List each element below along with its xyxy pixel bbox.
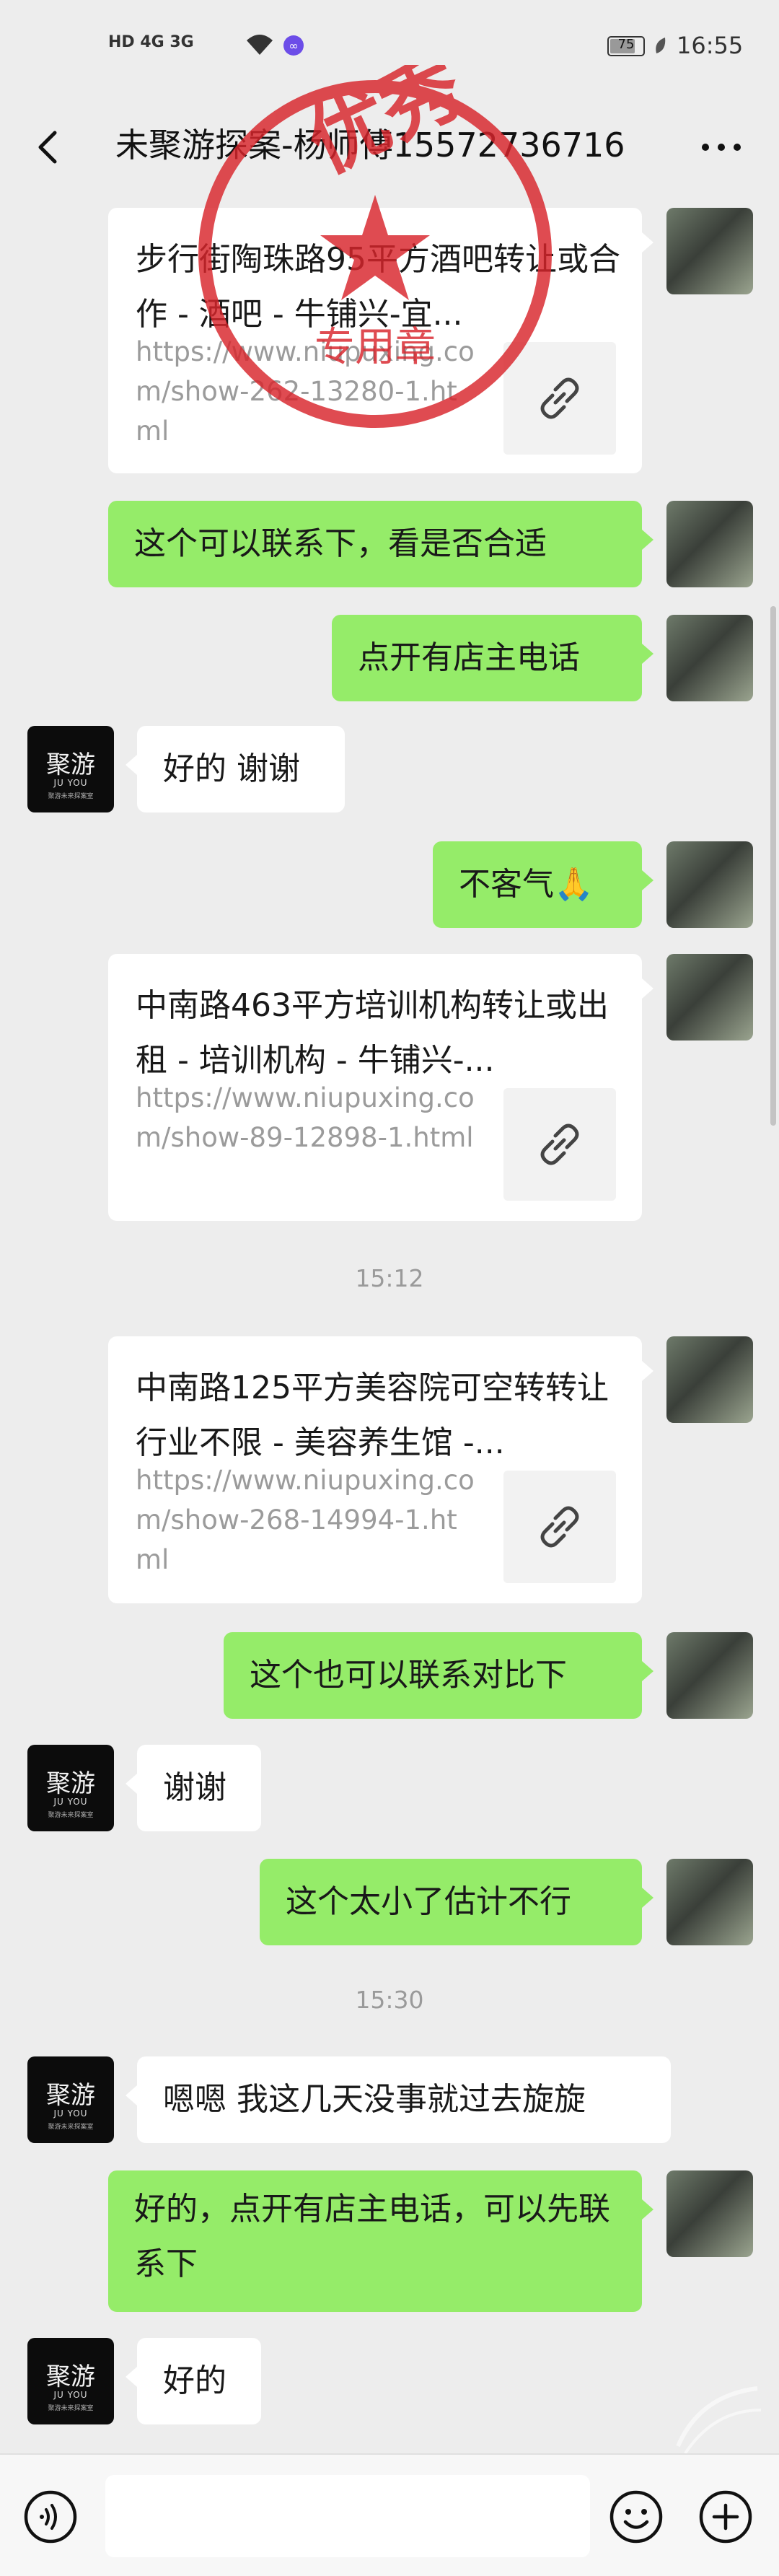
my-avatar[interactable] <box>666 1336 753 1423</box>
link-thumbnail <box>503 1471 616 1583</box>
link-card[interactable]: 步行街陶珠路95平方酒吧转让或合作 - 酒吧 - 牛铺兴-宜... https:… <box>108 208 653 473</box>
message-bubble[interactable]: 好的 谢谢 <box>137 726 345 812</box>
message-bubble[interactable]: 谢谢 <box>137 1745 261 1831</box>
link-card[interactable]: 中南路463平方培训机构转让或出租 - 培训机构 - 牛铺兴-... https… <box>108 954 653 1221</box>
bubble-tail <box>642 2199 653 2220</box>
input-bar <box>0 2453 779 2576</box>
link-icon <box>540 377 579 419</box>
message-bubble[interactable]: 这个也可以联系对比下 <box>224 1632 642 1719</box>
bubble-tail <box>642 1361 653 1381</box>
link-card-url: https://www.niupuxing.com/show-268-14994… <box>136 1465 475 1575</box>
watermark-logo <box>676 2386 762 2455</box>
avatar-logo-text: 聚游 <box>46 2081 95 2110</box>
bubble-tail <box>126 2367 137 2387</box>
more-dots-icon <box>702 144 741 151</box>
link-thumbnail <box>503 1088 616 1201</box>
my-avatar[interactable] <box>666 1632 753 1719</box>
my-avatar[interactable] <box>666 208 753 294</box>
avatar-logo-caption: 聚游未来探案室 <box>48 2124 94 2131</box>
back-button[interactable] <box>22 118 79 176</box>
link-thumbnail <box>503 342 616 455</box>
clock: 16:55 <box>677 32 744 59</box>
link-card-title: 中南路463平方培训机构转让或出租 - 培训机构 - 牛铺兴-... <box>136 987 609 1079</box>
avatar-logo-subtext: JU YOU <box>53 2108 88 2119</box>
bubble-tail <box>126 755 137 775</box>
avatar-logo-text: 聚游 <box>46 750 95 779</box>
link-icon <box>540 1506 579 1548</box>
voice-button[interactable] <box>22 2488 79 2546</box>
avatar-logo-caption: 聚游未来探案室 <box>48 1812 94 1819</box>
link-card[interactable]: 中南路125平方美容院可空转转让行业不限 - 美容养生馆 -... https:… <box>108 1336 653 1603</box>
battery-icon: 75 <box>607 36 645 56</box>
chat-header: 未聚游探案-杨师傅15572736716 <box>0 98 779 195</box>
link-icon <box>540 1123 579 1165</box>
contact-avatar[interactable]: 聚游 JU YOU 聚游未来探案室 <box>27 726 114 812</box>
more-button[interactable] <box>692 126 750 169</box>
avatar-logo-subtext: JU YOU <box>53 2390 88 2400</box>
my-avatar[interactable] <box>666 954 753 1041</box>
link-card-title: 中南路125平方美容院可空转转让行业不限 - 美容养生馆 -... <box>136 1370 609 1461</box>
link-card-url: https://www.niupuxing.com/show-89-12898-… <box>136 1082 475 1153</box>
avatar-logo-text: 聚游 <box>46 1769 95 1798</box>
emoji-icon <box>609 2490 663 2544</box>
bubble-tail <box>642 530 653 550</box>
message-input[interactable] <box>105 2475 590 2557</box>
leaf-icon <box>656 38 666 53</box>
avatar-logo-caption: 聚游未来探案室 <box>48 793 94 800</box>
plus-icon <box>699 2490 752 2544</box>
scrollbar[interactable] <box>770 606 776 1126</box>
message-bubble[interactable]: 不客气🙏 <box>433 841 642 928</box>
my-avatar[interactable] <box>666 841 753 928</box>
chat-title: 未聚游探案-杨师傅15572736716 <box>115 126 625 165</box>
avatar-logo-caption: 聚游未来探案室 <box>48 2405 94 2412</box>
status-bar: HD 4G 3G ∞ 75 16:55 <box>0 0 779 98</box>
battery-level: 75 <box>617 37 635 52</box>
avatar-logo-subtext: JU YOU <box>53 1797 88 1807</box>
bubble-tail <box>642 644 653 664</box>
bubble-tail <box>126 1774 137 1794</box>
timestamp-separator: 15:12 <box>355 1264 424 1292</box>
my-avatar[interactable] <box>666 2170 753 2257</box>
avatar-logo-subtext: JU YOU <box>53 778 88 788</box>
bubble-tail <box>642 870 653 890</box>
bubble-tail <box>642 1888 653 1908</box>
link-card-url: https://www.niupuxing.com/show-262-13280… <box>136 336 475 447</box>
bubble-tail <box>126 2085 137 2106</box>
link-card-title: 步行街陶珠路95平方酒吧转让或合作 - 酒吧 - 牛铺兴-宜... <box>136 241 620 333</box>
wifi-icon <box>247 35 273 55</box>
avatar-logo-text: 聚游 <box>46 2362 95 2391</box>
bubble-tail <box>642 978 653 999</box>
message-bubble[interactable]: 好的 <box>137 2338 261 2424</box>
message-bubble[interactable]: 这个太小了估计不行 <box>260 1859 642 1945</box>
svg-text:∞: ∞ <box>289 39 298 53</box>
my-avatar[interactable] <box>666 615 753 701</box>
plus-button[interactable] <box>697 2488 754 2546</box>
message-bubble[interactable]: 嗯嗯 我这几天没事就过去旋旋 <box>137 2056 671 2143</box>
emoji-button[interactable] <box>607 2488 665 2546</box>
message-bubble[interactable]: 这个可以联系下，看是否合适 <box>108 501 642 587</box>
contact-avatar[interactable]: 聚游 JU YOU 聚游未来探案室 <box>27 2338 114 2424</box>
my-avatar[interactable] <box>666 1859 753 1945</box>
message-bubble[interactable]: 点开有店主电话 <box>332 615 642 701</box>
contact-avatar[interactable]: 聚游 JU YOU 聚游未来探案室 <box>27 2056 114 2143</box>
link-badge-icon: ∞ <box>283 35 304 56</box>
bubble-tail <box>642 1661 653 1681</box>
my-avatar[interactable] <box>666 501 753 587</box>
bubble-tail <box>642 232 653 253</box>
voice-icon <box>24 2490 77 2544</box>
status-left-icons: HD 4G 3G <box>108 33 194 51</box>
contact-avatar[interactable]: 聚游 JU YOU 聚游未来探案室 <box>27 1745 114 1831</box>
timestamp-separator: 15:30 <box>355 1986 424 2014</box>
chevron-left-icon <box>38 131 57 164</box>
message-bubble[interactable]: 好的，点开有店主电话，可以先联系下 <box>108 2170 642 2312</box>
